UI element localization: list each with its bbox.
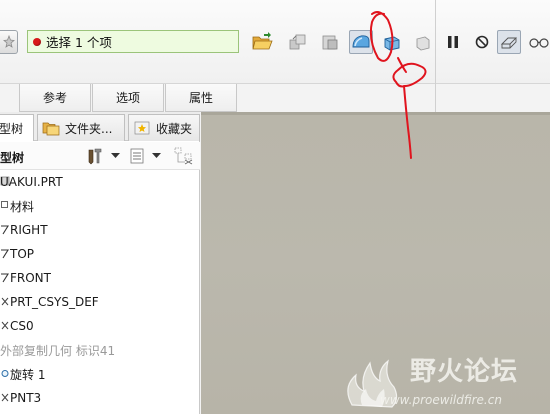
- folder-browser-icon: [42, 122, 60, 136]
- tab-properties[interactable]: 属性: [165, 84, 237, 112]
- tab-label: 属性: [188, 91, 213, 105]
- watermark-title: 野火论坛: [410, 357, 519, 387]
- tree-item-label: PRT_CSYS_DEF: [10, 295, 99, 309]
- list-icon: [130, 148, 144, 164]
- tree-item-label: 材料: [10, 199, 35, 214]
- collapsed-button[interactable]: [0, 30, 18, 54]
- open-folder-icon: [252, 32, 273, 50]
- tab-references[interactable]: 参考: [19, 84, 91, 112]
- chevron-down-icon: [152, 153, 161, 158]
- datum-point-icon: [0, 390, 10, 407]
- toolbar-separator: [435, 0, 436, 112]
- tab-label: 型树: [0, 121, 24, 136]
- tree-show-button[interactable]: [128, 146, 161, 166]
- datum-plane-icon: [0, 222, 10, 239]
- model-tree-header: 型树: [0, 142, 200, 170]
- csys-icon: [0, 318, 10, 335]
- pause-button[interactable]: [441, 30, 465, 54]
- tab-model-tree[interactable]: 型树: [0, 114, 34, 141]
- tree-item-label: 外部复制几何 标识41: [0, 343, 116, 358]
- tree-item-label: RIGHT: [10, 223, 48, 237]
- navigator-tabs: 型树 文件夹... 收藏夹: [0, 112, 200, 141]
- solid-copy-button[interactable]: [380, 30, 404, 54]
- material-icon: [0, 198, 10, 215]
- tree-item-label: TOP: [10, 247, 35, 261]
- no-entry-icon: [475, 35, 489, 49]
- pause-icon: [448, 36, 458, 48]
- tab-favorites[interactable]: 收藏夹: [128, 114, 200, 141]
- tree-item[interactable]: 材料: [0, 194, 200, 218]
- attached-preview-button[interactable]: [497, 30, 521, 54]
- tab-label: 文件夹...: [65, 121, 113, 136]
- tree-columns-icon: [174, 147, 193, 165]
- forum-watermark: 野火论坛 www.proewildfire.cn: [338, 345, 550, 414]
- tree-item[interactable]: 旋转 1: [0, 362, 200, 386]
- tab-folder-browser[interactable]: 文件夹...: [37, 114, 125, 141]
- copy-geometry-icon: [289, 34, 306, 50]
- solid-copy-icon: [384, 36, 400, 51]
- chevron-down-icon: [111, 153, 120, 158]
- datum-plane-icon: [0, 246, 10, 263]
- model-tree: UAKUI.PRT 材料 RIGHT TOP FRONT PRT_CSYS_DEF CS0 外…: [0, 170, 200, 410]
- tools-icon: [88, 148, 102, 165]
- tree-item[interactable]: UAKUI.PRT: [0, 170, 200, 194]
- tree-item-label: UAKUI.PRT: [0, 175, 63, 189]
- verify-button[interactable]: [528, 30, 550, 54]
- curve-copy-button[interactable]: [410, 30, 434, 54]
- tab-label: 参考: [42, 91, 67, 105]
- star-gear-icon: [2, 35, 15, 48]
- dashboard-tabs: 参考 选项 属性: [19, 84, 238, 112]
- selection-text: 选择 1 个项: [46, 35, 112, 50]
- tree-item[interactable]: TOP: [0, 242, 200, 266]
- tree-item[interactable]: 外部复制几何 标识41: [0, 338, 200, 362]
- tree-item-label: FRONT: [10, 271, 51, 285]
- tab-label: 选项: [115, 91, 140, 105]
- dashboard-toolbar: 选择 1 个项 参考 选项 属性: [0, 0, 550, 112]
- tree-item-label: CS0: [10, 319, 34, 333]
- tab-options[interactable]: 选项: [92, 84, 164, 112]
- glasses-icon: [529, 38, 549, 48]
- surface-copy-icon: [352, 35, 370, 48]
- watermark-url: www.proewildfire.cn: [380, 393, 502, 407]
- surface-copy-button[interactable]: [349, 30, 373, 54]
- selection-status-icon: [33, 37, 41, 46]
- revolve-icon: [0, 366, 10, 383]
- tree-item[interactable]: FRONT: [0, 266, 200, 290]
- tree-item[interactable]: CS0: [0, 314, 200, 338]
- publish-geometry-icon: [322, 35, 338, 50]
- open-folder-button[interactable]: [250, 30, 274, 54]
- copy-geometry-button[interactable]: [286, 30, 310, 54]
- tab-label: 收藏夹: [156, 121, 193, 136]
- favorites-icon: [134, 121, 150, 135]
- model-tree-title: 型树: [0, 151, 25, 165]
- datum-plane-icon: [0, 270, 10, 287]
- preview-geometry-icon: [500, 37, 518, 49]
- tree-columns-button[interactable]: [173, 146, 195, 166]
- tree-item-label: 旋转 1: [10, 367, 46, 382]
- curve-copy-icon: [416, 36, 430, 51]
- tree-settings-button[interactable]: [86, 146, 120, 166]
- selection-collector[interactable]: 选择 1 个项: [27, 30, 239, 53]
- tree-item[interactable]: RIGHT: [0, 218, 200, 242]
- tree-item-label: PNT3: [10, 391, 42, 405]
- graphics-area-border: [201, 112, 550, 115]
- navigator-panel: 型树 文件夹... 收藏夹 型树 UAKUI.PRT 材料 RIGHT TOP …: [0, 112, 200, 414]
- tree-item[interactable]: PRT_CSYS_DEF: [0, 290, 200, 314]
- csys-icon: [0, 294, 10, 311]
- publish-geometry-button[interactable]: [318, 30, 342, 54]
- no-preview-button[interactable]: [470, 30, 494, 54]
- tree-item[interactable]: PNT3: [0, 386, 200, 410]
